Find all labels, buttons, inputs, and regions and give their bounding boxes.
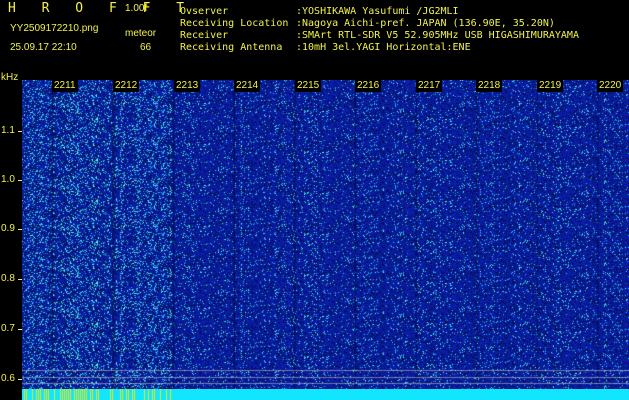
time-label: 2219 [537, 80, 564, 92]
meta-value: :YOSHIKAWA Yasufumi /JG2MLI [296, 6, 459, 17]
meta-row-receiver: Receiver :SMArt RTL-SDR V5 52.905MHz USB… [180, 30, 579, 42]
meta-value: :10mH 3el.YAGI Horizontal:ENE [296, 42, 471, 53]
meta-value: :Nagoya Aichi-pref. JAPAN (136.90E, 35.2… [296, 18, 555, 29]
time-label: 2213 [174, 80, 201, 92]
filename-label: YY2509172210.png [10, 23, 99, 34]
y-tick-mark [18, 131, 22, 132]
app-name: H R O F F T [8, 1, 194, 16]
timestamp-label: 25.09.17 22:10 [10, 42, 77, 53]
y-axis: 1.1 1.0 0.9 0.8 0.7 0.6 [0, 72, 22, 400]
time-label: 2214 [234, 80, 261, 92]
time-label: 2218 [476, 80, 503, 92]
y-tick-label: 0.9 [1, 223, 15, 234]
y-tick-mark [18, 229, 22, 230]
metadata-panel: Ovserver :YOSHIKAWA Yasufumi /JG2MLI Rec… [180, 6, 579, 54]
meta-key: Ovserver [180, 6, 229, 17]
y-tick-mark [18, 279, 22, 280]
y-tick-label: 1.1 [1, 125, 15, 136]
y-tick-label: 0.8 [1, 273, 15, 284]
y-tick-label: 0.6 [1, 373, 15, 384]
meta-row-antenna: Receiving Antenna :10mH 3el.YAGI Horizon… [180, 42, 579, 54]
y-tick-label: 1.0 [1, 174, 15, 185]
y-tick-mark [18, 329, 22, 330]
count-label: 66 [140, 42, 152, 53]
time-axis: 2211 2212 2213 2214 2215 2216 2217 2218 … [22, 80, 629, 92]
mode-label: meteor [125, 28, 157, 39]
time-label: 2220 [597, 80, 624, 92]
time-label: 2216 [355, 80, 382, 92]
meta-row-observer: Ovserver :YOSHIKAWA Yasufumi /JG2MLI [180, 6, 579, 18]
version-label: 1.00f [125, 3, 148, 14]
y-tick-label: 0.7 [1, 323, 15, 334]
y-tick-mark [18, 379, 22, 380]
spectrogram-panel[interactable] [22, 80, 629, 400]
meta-row-location: Receiving Location :Nagoya Aichi-pref. J… [180, 18, 579, 30]
meta-key: Receiving Antenna [180, 42, 283, 53]
meta-key: Receiving Location [180, 18, 289, 29]
time-label: 2211 [52, 80, 78, 92]
time-label: 2215 [295, 80, 322, 92]
time-label: 2217 [416, 80, 443, 92]
time-label: 2212 [113, 80, 140, 92]
spectrogram-canvas[interactable] [22, 80, 629, 400]
y-tick-mark [18, 180, 22, 181]
meta-key: Receiver [180, 30, 229, 41]
meta-value: :SMArt RTL-SDR V5 52.905MHz USB HIGASHIM… [296, 30, 579, 41]
signal-level-strip [22, 389, 629, 400]
